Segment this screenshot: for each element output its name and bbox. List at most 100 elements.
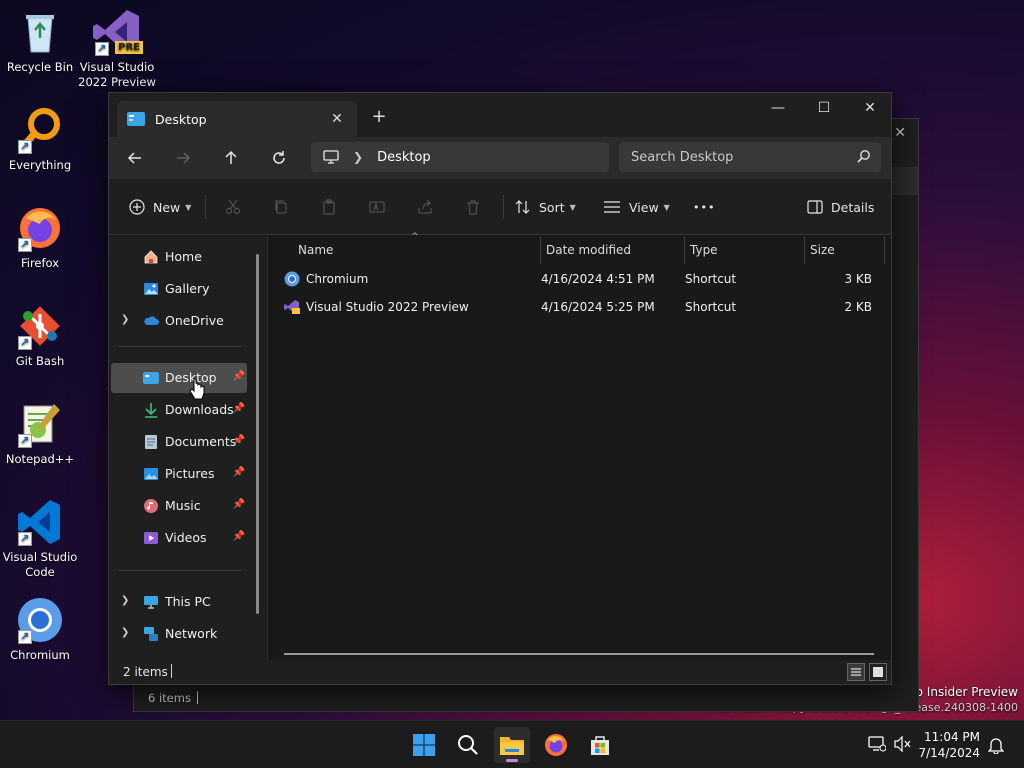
chevron-right-icon[interactable]: ❯: [121, 314, 129, 325]
cut-button[interactable]: [225, 193, 241, 221]
file-type: Shortcut: [685, 272, 737, 286]
column-header-name[interactable]: Name: [298, 238, 333, 262]
chevron-right-icon[interactable]: ❯: [121, 595, 129, 606]
arrow-up-icon: [225, 150, 237, 164]
details-pane-icon: [807, 200, 823, 214]
file-list[interactable]: ^ Name Date modified Type Size Chromium …: [268, 232, 891, 660]
shortcut-arrow-icon: [18, 433, 32, 448]
maximize-button[interactable]: ☐: [801, 93, 847, 123]
desktop-icon-chromium[interactable]: Chromium: [0, 596, 80, 663]
gallery-icon: [144, 283, 158, 295]
tiles-view-button[interactable]: [869, 663, 887, 681]
desktop-icon-vscode[interactable]: Visual Studio Code: [0, 498, 80, 580]
column-divider[interactable]: [884, 236, 885, 264]
rename-button[interactable]: [369, 193, 385, 221]
sidebar-item-home[interactable]: Home: [111, 242, 247, 272]
folder-icon: [500, 737, 524, 755]
network-status-icon[interactable]: [868, 736, 886, 752]
share-button[interactable]: [417, 193, 433, 221]
column-divider[interactable]: [540, 236, 541, 264]
navigation-pane[interactable]: Home Gallery ❯ OneDrive Desktop 📌 Downlo…: [109, 236, 267, 660]
title-bar[interactable]: Desktop ✕ + — ☐ ✕: [109, 93, 891, 137]
tab-close-icon[interactable]: ✕: [325, 107, 349, 131]
network-icon: [144, 627, 158, 641]
details-label: Details: [831, 199, 875, 215]
sidebar-item-videos[interactable]: Videos 📌: [111, 523, 247, 553]
notepad-plus-plus-icon: [16, 400, 64, 448]
pin-icon[interactable]: 📌: [233, 435, 245, 446]
file-explorer-window[interactable]: Desktop ✕ + — ☐ ✕ ❯ Desktop Search Deskt…: [108, 92, 892, 685]
search-icon[interactable]: [857, 149, 871, 163]
desktop-icon-notepad-plus-plus[interactable]: Notepad++: [0, 400, 80, 467]
command-bar: New ▼ Sort ▼ View ▼ ••• Details: [109, 179, 891, 235]
desktop-icon-label: Recycle Bin: [6, 60, 74, 74]
details-view-button[interactable]: [847, 663, 865, 681]
new-button[interactable]: New ▼: [129, 193, 191, 221]
rename-icon: [369, 201, 385, 213]
desktop-folder-icon: [143, 372, 159, 384]
forward-button[interactable]: [167, 143, 199, 173]
pin-icon[interactable]: 📌: [233, 499, 245, 510]
system-clock[interactable]: 11:04 PM 7/14/2024: [918, 729, 980, 761]
address-bar[interactable]: ❯ Desktop: [311, 142, 609, 172]
sidebar-item-gallery[interactable]: Gallery: [111, 274, 247, 304]
sidebar-item-documents[interactable]: Documents 📌: [111, 427, 247, 457]
desktop-icon-firefox[interactable]: Firefox: [0, 204, 80, 271]
taskbar-file-explorer[interactable]: [494, 727, 530, 763]
sidebar-item-pictures[interactable]: Pictures 📌: [111, 459, 247, 489]
taskbar-search-button[interactable]: [450, 727, 486, 763]
sort-button[interactable]: Sort ▼: [515, 193, 576, 221]
desktop-icon-git-bash[interactable]: Git Bash: [0, 302, 80, 369]
start-button[interactable]: [406, 727, 442, 763]
background-close-icon[interactable]: ✕: [894, 125, 906, 141]
file-name: Chromium: [306, 272, 369, 286]
pin-icon[interactable]: 📌: [233, 403, 245, 414]
taskbar-microsoft-store[interactable]: [582, 727, 618, 763]
delete-button[interactable]: [465, 193, 481, 221]
nav-scrollbar[interactable]: [256, 254, 259, 614]
minimize-button[interactable]: —: [755, 93, 801, 123]
view-button[interactable]: View ▼: [603, 193, 670, 221]
desktop-icon-visual-studio-preview[interactable]: PRE Visual Studio 2022 Preview: [77, 8, 157, 90]
tab-desktop[interactable]: Desktop ✕: [117, 101, 357, 137]
sidebar-item-desktop[interactable]: Desktop 📌: [111, 363, 247, 393]
desktop-icon-recycle-bin[interactable]: Recycle Bin: [0, 8, 80, 75]
pin-icon[interactable]: 📌: [233, 531, 245, 542]
refresh-button[interactable]: [263, 143, 295, 173]
sidebar-item-downloads[interactable]: Downloads 📌: [111, 395, 247, 425]
chevron-right-icon[interactable]: ❯: [121, 627, 129, 638]
copy-button[interactable]: [273, 193, 289, 221]
column-header-size[interactable]: Size: [810, 238, 835, 262]
close-button[interactable]: ✕: [847, 93, 893, 123]
computer-icon: [144, 596, 158, 609]
table-row[interactable]: Visual Studio 2022 Preview 4/16/2024 5:2…: [282, 294, 884, 320]
horizontal-scrollbar[interactable]: [284, 653, 874, 655]
breadcrumb-desktop[interactable]: Desktop: [377, 150, 431, 165]
sidebar-item-this-pc[interactable]: ❯ This PC: [111, 587, 247, 617]
column-divider[interactable]: [684, 236, 685, 264]
up-button[interactable]: [215, 143, 247, 173]
column-header-type[interactable]: Type: [690, 238, 718, 262]
sidebar-item-music[interactable]: Music 📌: [111, 491, 247, 521]
search-input[interactable]: Search Desktop: [619, 142, 881, 172]
sidebar-item-network[interactable]: ❯ Network: [111, 619, 247, 649]
column-divider[interactable]: [804, 236, 805, 264]
paste-button[interactable]: [321, 193, 337, 221]
taskbar-firefox[interactable]: [538, 727, 574, 763]
table-row[interactable]: Chromium 4/16/2024 4:51 PM Shortcut 3 KB: [282, 266, 884, 292]
download-icon: [145, 403, 157, 418]
pin-icon[interactable]: 📌: [233, 371, 245, 382]
notification-bell-icon[interactable]: [988, 736, 1004, 754]
chevron-right-icon[interactable]: ❯: [353, 150, 363, 164]
details-pane-button[interactable]: Details: [807, 193, 874, 221]
sort-caret-icon: ^: [411, 232, 419, 242]
chevron-down-icon: ▼: [569, 202, 576, 212]
pin-icon[interactable]: 📌: [233, 467, 245, 478]
new-tab-button[interactable]: +: [367, 105, 391, 129]
volume-muted-icon[interactable]: [894, 736, 912, 752]
sidebar-item-onedrive[interactable]: ❯ OneDrive: [111, 306, 247, 336]
more-options-button[interactable]: •••: [693, 193, 715, 221]
back-button[interactable]: [119, 143, 151, 173]
desktop-icon-everything[interactable]: Everything: [0, 106, 80, 173]
column-header-date[interactable]: Date modified: [546, 238, 631, 262]
